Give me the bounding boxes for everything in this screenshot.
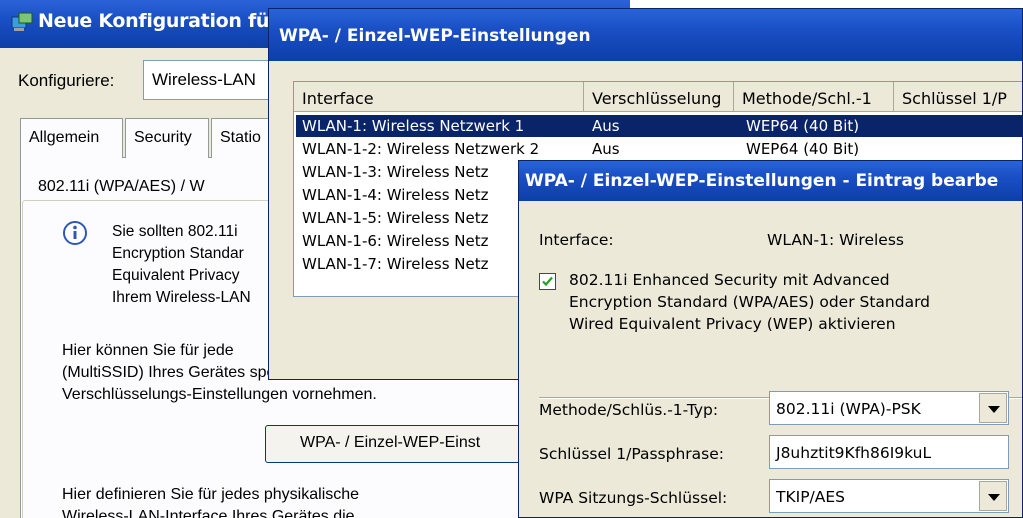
checkbox-label-line: 802.11i Enhanced Security mit Advanced xyxy=(569,271,890,289)
table-row[interactable]: WLAN-1-2: Wireless Netzwerk 2 Aus WEP64 … xyxy=(296,138,1022,160)
checkbox-label-line: Encryption Standard (WPA/AES) oder Stand… xyxy=(569,293,931,311)
network-config-icon xyxy=(11,12,33,31)
method-label: Methode/Schlüs.-1-Typ: xyxy=(539,401,719,419)
list-window-titlebar[interactable]: WPA- / Einzel-WEP-Einstellungen xyxy=(269,9,1022,61)
method-select-value: 802.11i (WPA)-PSK xyxy=(776,400,921,418)
column-header-interface[interactable]: Interface xyxy=(294,82,584,112)
interface-value: WLAN-1: Wireless xyxy=(767,231,904,249)
session-key-value: TKIP/AES xyxy=(776,488,846,506)
column-header-encryption[interactable]: Verschlüsselung xyxy=(584,82,734,112)
cell-interface: WLAN-1: Wireless Netzwerk 1 xyxy=(302,117,525,135)
passphrase-value: J8uhztit9Kfh86I9kuL xyxy=(776,444,932,462)
chevron-down-icon[interactable] xyxy=(979,393,1007,423)
check-icon xyxy=(542,276,553,287)
description-line: Hier können Sie für jede xyxy=(62,342,234,359)
description-line: Verschlüsselungs-Einstellungen vornehmen… xyxy=(62,386,377,403)
list-window-title: WPA- / Einzel-WEP-Einstellungen xyxy=(279,26,591,46)
passphrase-input[interactable]: J8uhztit9Kfh86I9kuL xyxy=(769,435,1009,469)
edit-window-titlebar[interactable]: WPA- / Einzel-WEP-Einstellungen - Eintra… xyxy=(519,161,1022,201)
column-header-label: Schlüssel 1/P xyxy=(902,89,1007,108)
main-window-title: Neue Konfiguration für xyxy=(38,10,279,32)
column-header-label: Verschlüsselung xyxy=(592,89,722,108)
edit-window-content: Interface: WLAN-1: Wireless 802.11i Enha… xyxy=(519,201,1022,517)
info-text-line: Ihrem Wireless-LAN xyxy=(112,289,251,306)
column-header-label: Interface xyxy=(302,89,374,108)
session-key-select[interactable]: TKIP/AES xyxy=(769,479,1009,513)
info-icon xyxy=(63,221,87,245)
info-text-line: Sie sollten 802.11i xyxy=(112,223,238,240)
key-label: Schlüssel 1/Passphrase: xyxy=(539,445,724,463)
cell-method: WEP64 (40 Bit) xyxy=(746,140,860,158)
edit-window-title: WPA- / Einzel-WEP-Einstellungen - Eintra… xyxy=(525,171,999,191)
description-line: Hier definieren Sie für jedes physikalis… xyxy=(62,486,360,503)
tab-label: Security xyxy=(134,129,192,146)
wpa-settings-button[interactable]: WPA- / Einzel-WEP-Einst xyxy=(265,425,545,463)
tab-security[interactable]: Security xyxy=(125,118,209,158)
enhanced-security-checkbox[interactable] xyxy=(539,273,556,290)
column-header-key[interactable]: Schlüssel 1/P xyxy=(894,82,1022,112)
cell-interface: WLAN-1-2: Wireless Netzwerk 2 xyxy=(302,140,540,158)
interface-label: Interface: xyxy=(539,231,614,249)
column-header-label: Methode/Schl.-1 xyxy=(742,89,872,108)
cell-method: WEP64 (40 Bit) xyxy=(746,117,860,135)
cell-encryption: Aus xyxy=(592,117,620,135)
info-text-line: Equivalent Privacy xyxy=(112,267,240,284)
tab-allgemein[interactable]: Allgemein xyxy=(20,118,123,158)
tab-label: Statio xyxy=(220,129,261,146)
table-row[interactable]: WLAN-1: Wireless Netzwerk 1 Aus WEP64 (4… xyxy=(296,115,1022,137)
info-text-line: Encryption Standar xyxy=(112,245,244,262)
groupbox-title: 802.11i (WPA/AES) / W xyxy=(34,178,209,196)
chevron-down-icon[interactable] xyxy=(979,481,1007,511)
checkbox-label-line: Wired Equivalent Privacy (WEP) aktiviere… xyxy=(569,315,896,333)
column-header-method[interactable]: Methode/Schl.-1 xyxy=(734,82,894,112)
tab-label: Allgemein xyxy=(29,129,100,146)
cell-encryption: Aus xyxy=(592,140,620,158)
description-line: Wireless-LAN-Interface Ihres Gerätes die xyxy=(62,508,355,518)
wpa-settings-button-label: WPA- / Einzel-WEP-Einst xyxy=(300,434,481,451)
method-select[interactable]: 802.11i (WPA)-PSK xyxy=(769,391,1009,425)
session-key-label: WPA Sitzungs-Schlüssel: xyxy=(539,489,728,507)
edit-entry-window: WPA- / Einzel-WEP-Einstellungen - Eintra… xyxy=(518,160,1023,518)
configure-label: Konfiguriere: xyxy=(18,71,115,90)
